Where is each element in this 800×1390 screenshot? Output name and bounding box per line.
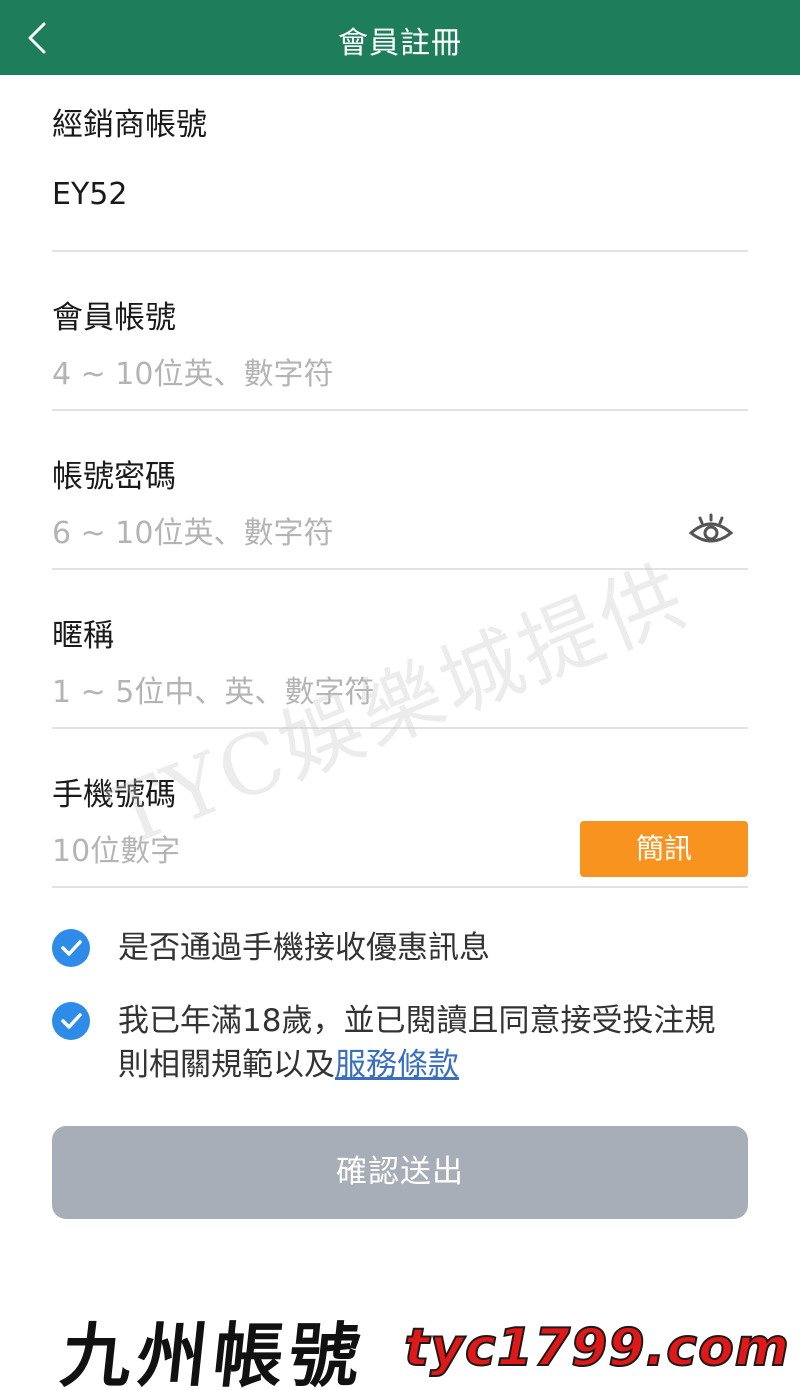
nickname-label: 暱稱 <box>52 618 114 654</box>
dealer-account-field: 經銷商帳號 EY52 <box>52 75 748 252</box>
submit-button[interactable]: 確認送出 <box>52 1126 748 1219</box>
nickname-field: 暱稱 <box>52 570 748 729</box>
nickname-input[interactable] <box>52 668 652 716</box>
password-input[interactable] <box>52 509 652 557</box>
checkmark-icon <box>61 940 82 956</box>
promo-consent-checkbox[interactable] <box>52 929 90 967</box>
page-title: 會員註冊 <box>338 26 462 61</box>
dealer-account-label: 經銷商帳號 <box>52 107 207 143</box>
phone-input[interactable] <box>52 827 552 875</box>
terms-consent-checkbox[interactable] <box>52 1002 90 1040</box>
password-field: 帳號密碼 <box>52 411 748 570</box>
promo-consent-row: 是否通過手機接收優惠訊息 <box>52 926 748 970</box>
password-label: 帳號密碼 <box>52 459 176 495</box>
dealer-account-value: EY52 <box>52 177 128 212</box>
promo-consent-text: 是否通過手機接收優惠訊息 <box>118 930 490 966</box>
app-header: 會員註冊 <box>0 0 800 75</box>
watermark-right: tyc1799.com <box>403 1317 790 1379</box>
show-password-toggle[interactable] <box>688 513 734 549</box>
checkmark-icon <box>61 1013 82 1029</box>
terms-of-service-link[interactable]: 服務條款 <box>335 1047 459 1083</box>
phone-field: 手機號碼 簡訊 <box>52 729 748 888</box>
watermark-left: 九州帳號 <box>57 1314 370 1390</box>
eye-icon <box>688 513 734 543</box>
member-account-input[interactable] <box>52 350 652 398</box>
member-account-label: 會員帳號 <box>52 300 176 336</box>
phone-label: 手機號碼 <box>52 777 176 813</box>
terms-consent-row: 我已年滿18歲，並已閱讀且同意接受投注規則相關規範以及服務條款 <box>52 999 748 1089</box>
member-account-field: 會員帳號 <box>52 252 748 411</box>
sms-code-button[interactable]: 簡訊 <box>580 821 748 877</box>
terms-consent-text: 我已年滿18歲，並已閱讀且同意接受投注規則相關規範以及服務條款 <box>118 999 728 1087</box>
